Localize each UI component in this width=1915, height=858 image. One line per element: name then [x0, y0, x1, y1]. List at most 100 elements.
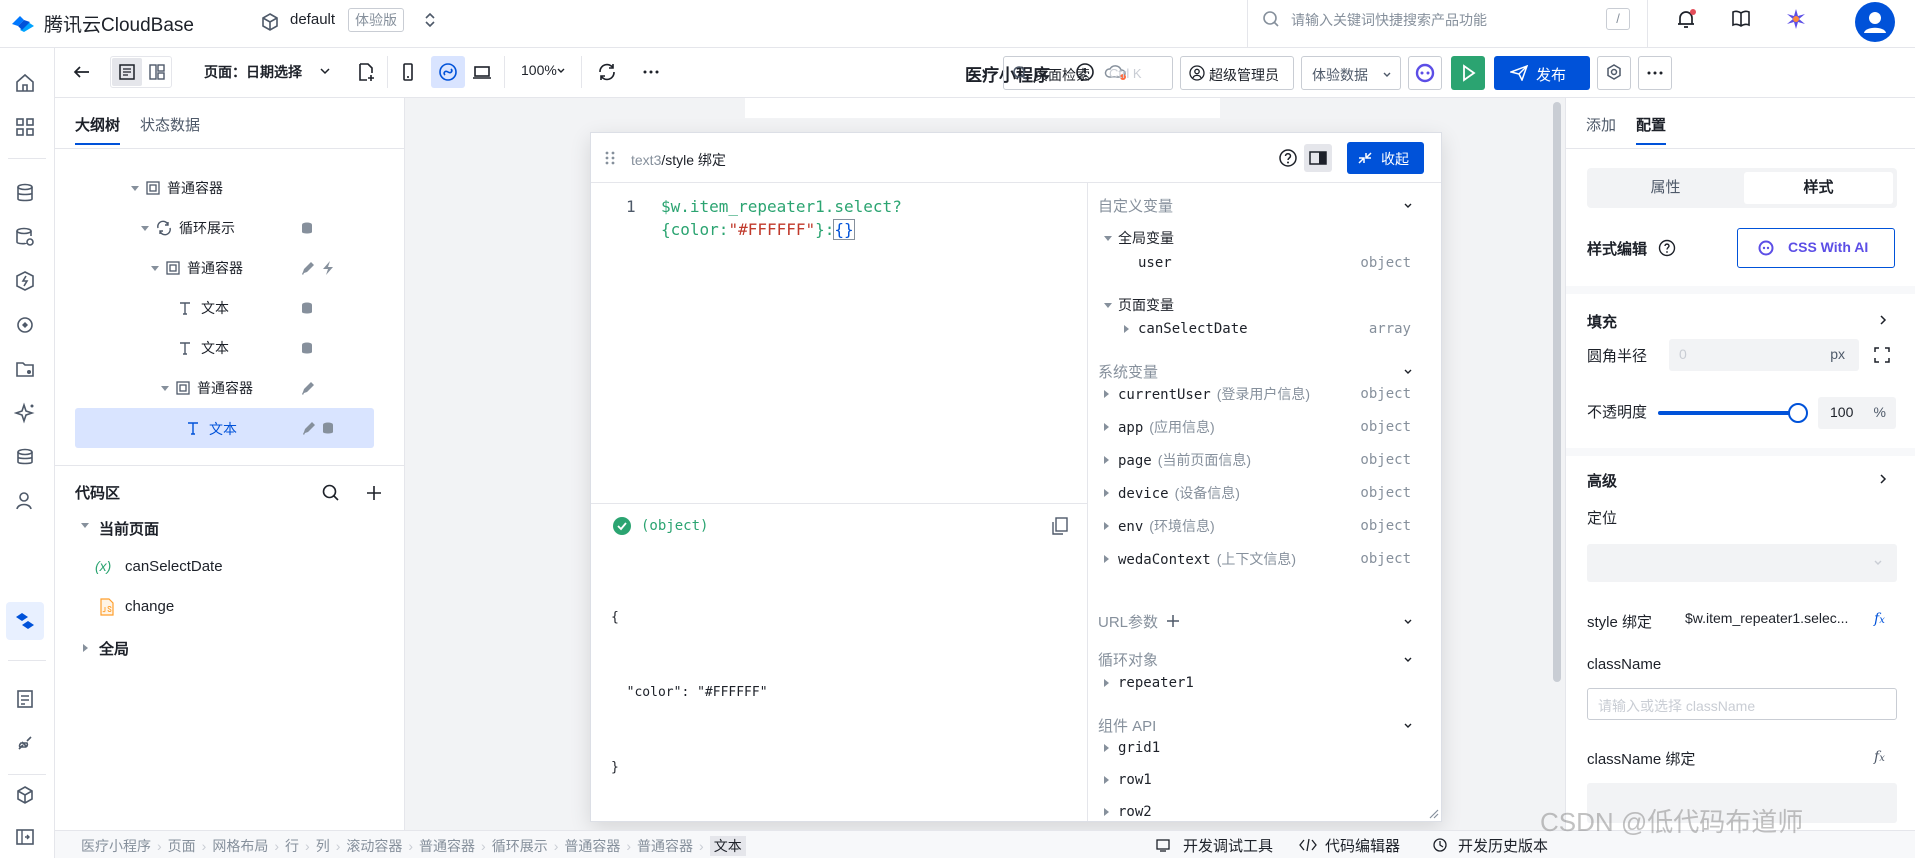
help-icon[interactable]: [1278, 148, 1298, 168]
breadcrumb-item[interactable]: 普通容器: [419, 836, 475, 856]
breadcrumb-component[interactable]: text3: [631, 152, 661, 168]
breadcrumb-item[interactable]: 普通容器: [637, 836, 693, 856]
dev-debug-tools[interactable]: 开发调试工具: [1183, 835, 1273, 856]
code-editor[interactable]: 1 $w.item_repeater1.select? {color:"#FFF…: [591, 183, 1087, 503]
breadcrumb-item[interactable]: 页面: [168, 836, 196, 856]
fill-section-header[interactable]: 填充: [1587, 311, 1617, 332]
workflow-icon[interactable]: [14, 314, 36, 336]
page-selector[interactable]: 页面：日期选择: [204, 62, 302, 82]
ai-sparkle-icon[interactable]: [14, 402, 36, 424]
caret-right-icon[interactable]: [1104, 522, 1109, 530]
fx-binding-icon[interactable]: fx: [1874, 749, 1885, 765]
component-view-icon[interactable]: [143, 58, 171, 86]
toggle-side-panel-icon[interactable]: [1304, 144, 1332, 172]
data-mode-select[interactable]: 体验数据: [1301, 56, 1401, 90]
storage-folder-icon[interactable]: [14, 358, 36, 380]
system-variables-header[interactable]: 系统变量: [1098, 361, 1158, 382]
tree-node-container[interactable]: 普通容器: [131, 170, 223, 206]
chevron-down-icon[interactable]: [1403, 367, 1413, 377]
search-icon[interactable]: [321, 483, 341, 503]
more-actions-icon[interactable]: [1638, 56, 1672, 90]
chevron-down-icon[interactable]: [1403, 721, 1413, 731]
debug-tools-icon[interactable]: [1155, 837, 1171, 853]
position-select[interactable]: [1587, 544, 1897, 582]
opacity-slider-handle[interactable]: [1788, 403, 1808, 423]
breadcrumb-item[interactable]: 行: [285, 836, 299, 856]
drag-handle-icon[interactable]: [603, 149, 617, 167]
docs-book-icon[interactable]: [1730, 8, 1752, 30]
tab-configure[interactable]: 配置: [1636, 114, 1666, 135]
cloud-function-icon[interactable]: [14, 270, 36, 292]
advanced-section-header[interactable]: 高级: [1587, 470, 1617, 491]
desktop-preview-icon[interactable]: [471, 61, 493, 83]
opacity-input[interactable]: 100 %: [1818, 397, 1896, 429]
extensions-icon[interactable]: [14, 732, 36, 754]
code-item-file[interactable]: change: [125, 598, 174, 615]
caret-right-icon[interactable]: [83, 644, 88, 652]
dev-history[interactable]: 开发历史版本: [1458, 835, 1548, 856]
tree-node-loop[interactable]: 循环展示: [141, 210, 312, 246]
chevron-down-icon[interactable]: [319, 66, 331, 76]
zoom-select[interactable]: 100%: [521, 62, 557, 78]
publish-button[interactable]: 发布: [1494, 56, 1590, 90]
url-params-header[interactable]: URL参数: [1098, 611, 1158, 632]
caret-right-icon[interactable]: [1104, 390, 1109, 398]
notification-bell-icon[interactable]: [1675, 8, 1697, 30]
caret-down-icon[interactable]: [131, 185, 139, 191]
segment-style[interactable]: 样式: [1744, 172, 1893, 204]
breadcrumb-item[interactable]: 医疗小程序: [81, 836, 151, 856]
tab-outline-tree[interactable]: 大纲树: [75, 114, 120, 135]
css-with-ai-button[interactable]: CSS With AI: [1737, 228, 1895, 268]
page-search-button[interactable]: 页面检索 Ctrl K: [1003, 56, 1173, 90]
page-variables-group[interactable]: 页面变量: [1104, 295, 1441, 315]
database-icon[interactable]: [14, 182, 36, 204]
loop-objects-header[interactable]: 循环对象: [1098, 649, 1158, 670]
breadcrumb-item[interactable]: 普通容器: [564, 836, 620, 856]
opacity-slider-track[interactable]: [1658, 403, 1808, 423]
data-model-icon[interactable]: [14, 226, 36, 248]
global-group[interactable]: 全局: [99, 638, 129, 659]
tree-node-text[interactable]: 文本: [177, 290, 312, 326]
caret-right-icon[interactable]: [1104, 456, 1109, 464]
brand-title[interactable]: 腾讯云CloudBase: [44, 10, 194, 37]
chevron-down-icon[interactable]: [1403, 655, 1413, 665]
chevron-right-icon[interactable]: [1876, 313, 1890, 327]
add-code-icon[interactable]: [364, 483, 384, 503]
user-avatar[interactable]: [1855, 2, 1895, 42]
collapse-button[interactable]: 收起: [1347, 142, 1424, 174]
help-icon[interactable]: [1658, 239, 1676, 257]
component-api-header[interactable]: 组件 API: [1098, 715, 1156, 736]
radius-input[interactable]: 0 px: [1669, 339, 1859, 371]
settings-gear-icon[interactable]: [1597, 56, 1631, 90]
chevron-right-icon[interactable]: [1876, 472, 1890, 486]
custom-variables-header[interactable]: 自定义变量: [1098, 195, 1173, 216]
caret-right-icon[interactable]: [1104, 555, 1109, 563]
breadcrumb-item[interactable]: 循环展示: [492, 836, 548, 856]
caret-right-icon[interactable]: [1104, 423, 1109, 431]
caret-right-icon[interactable]: [1104, 489, 1109, 497]
tree-node-text-selected[interactable]: 文本: [75, 408, 374, 448]
caret-down-icon[interactable]: [151, 265, 159, 271]
classname-input[interactable]: 请输入或选择 className: [1587, 688, 1897, 720]
breadcrumb-item[interactable]: 滚动容器: [346, 836, 402, 856]
chevron-down-icon[interactable]: [1403, 201, 1413, 211]
chevron-down-icon[interactable]: [556, 66, 566, 76]
style-binding-value[interactable]: $w.item_repeater1.selec...: [1685, 610, 1863, 626]
breadcrumb-item[interactable]: 列: [316, 836, 330, 856]
low-code-app-nav-active[interactable]: [6, 602, 44, 640]
apps-grid-icon[interactable]: [14, 116, 36, 138]
env-switch-chevron-icon[interactable]: [424, 11, 436, 29]
code-item-variable[interactable]: canSelectDate: [125, 558, 223, 575]
admin-role-button[interactable]: 超级管理员: [1180, 56, 1294, 90]
new-page-icon[interactable]: [355, 61, 377, 83]
tree-node-container[interactable]: 普通容器: [151, 250, 333, 286]
ai-copilot-button[interactable]: [1408, 56, 1442, 90]
chevron-down-icon[interactable]: [1403, 617, 1413, 627]
more-options-icon[interactable]: [640, 61, 662, 83]
resize-handle-icon[interactable]: [1427, 807, 1439, 819]
logs-icon[interactable]: [14, 688, 36, 710]
user-management-icon[interactable]: [14, 490, 36, 512]
canvas-scrollbar[interactable]: [1553, 102, 1561, 682]
caret-down-icon[interactable]: [141, 225, 149, 231]
back-arrow-icon[interactable]: [72, 62, 92, 82]
